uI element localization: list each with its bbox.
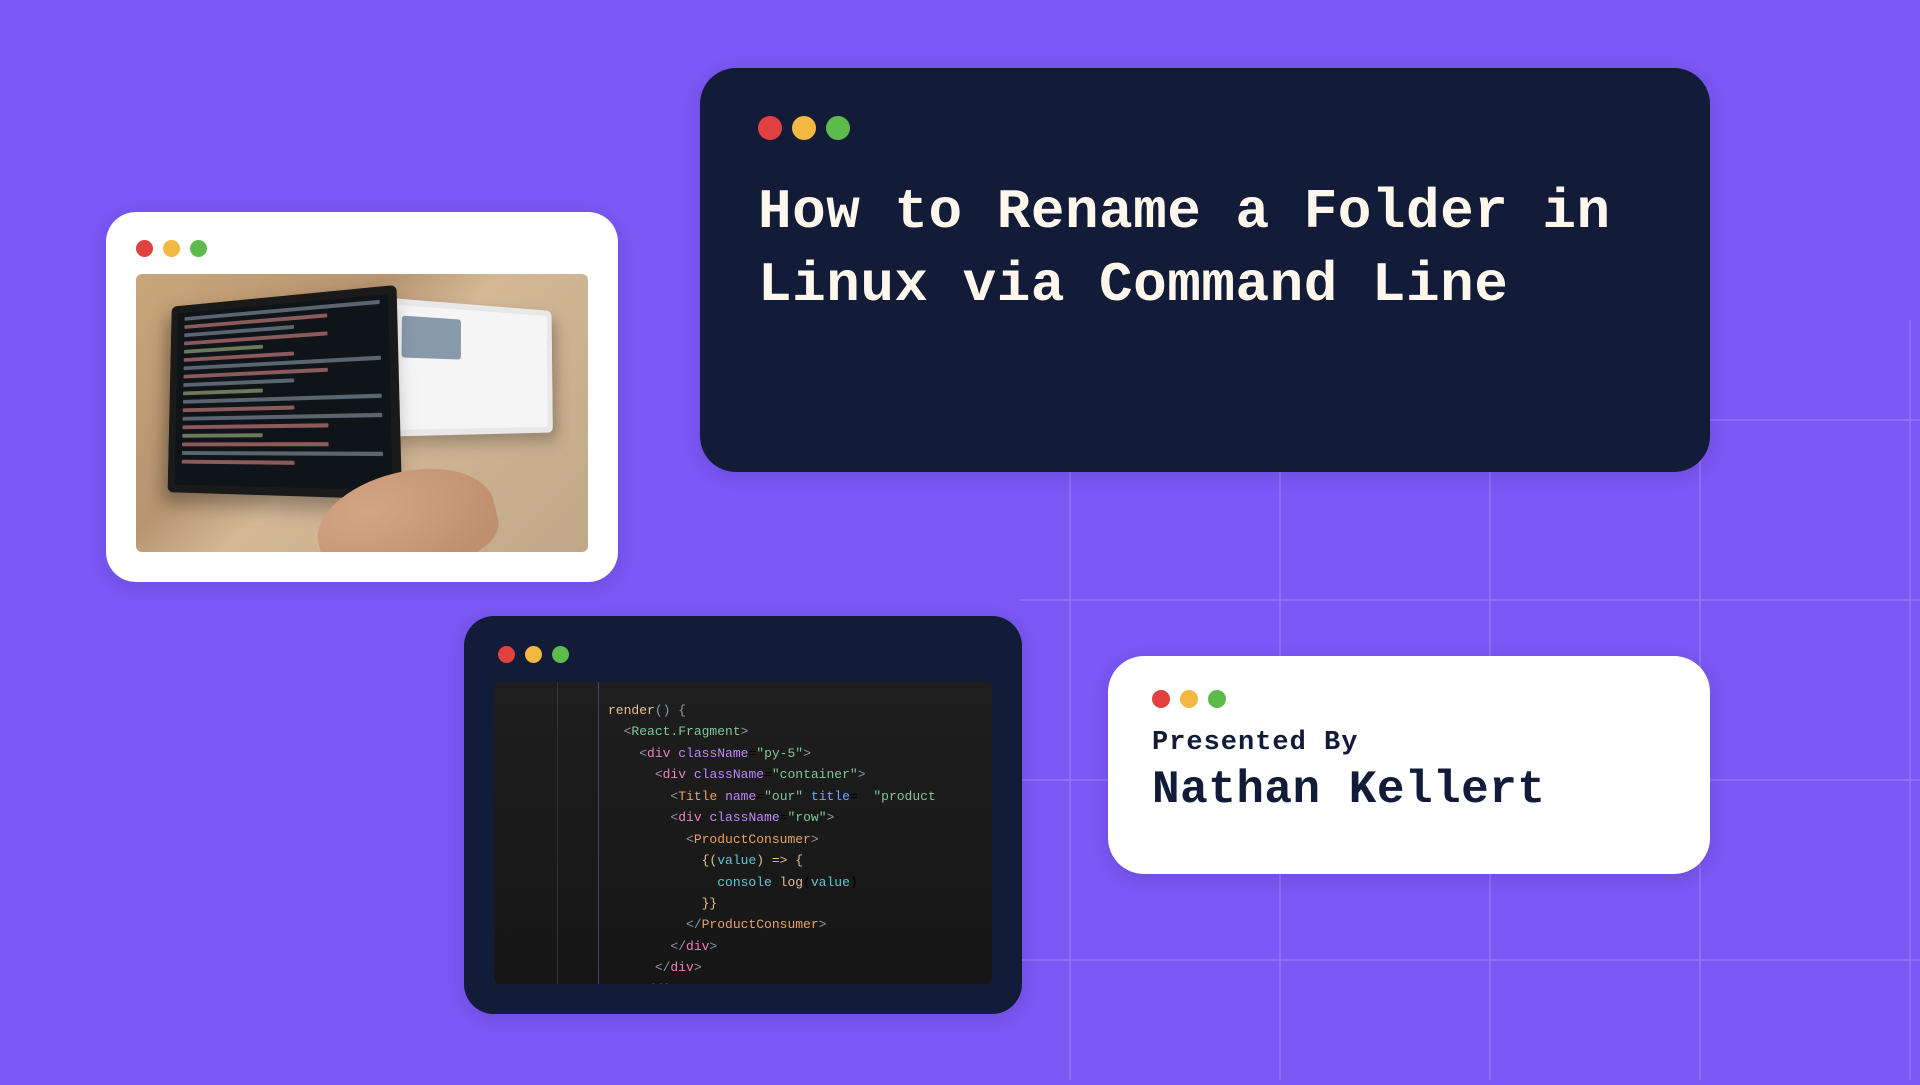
slide-title: How to Rename a Folder in Linux via Comm… <box>758 176 1652 322</box>
photo-laptops <box>136 274 588 552</box>
traffic-red-icon <box>758 116 782 140</box>
code-snippet: render() { <React.Fragment> <div classNa… <box>608 700 936 984</box>
photo-window-code: render() { <React.Fragment> <div classNa… <box>464 616 1022 1014</box>
traffic-lights-icon <box>498 646 569 663</box>
presented-by-label: Presented By <box>1152 728 1666 758</box>
traffic-green-icon <box>826 116 850 140</box>
traffic-lights-icon <box>136 240 207 257</box>
photo-code-editor: render() { <React.Fragment> <div classNa… <box>494 682 992 984</box>
presenter-window: Presented By Nathan Kellert <box>1108 656 1710 874</box>
traffic-lights-icon <box>1152 690 1666 708</box>
photo-window-laptops <box>106 212 618 582</box>
traffic-red-icon <box>498 646 515 663</box>
traffic-yellow-icon <box>525 646 542 663</box>
traffic-green-icon <box>190 240 207 257</box>
traffic-lights-icon <box>758 116 1652 140</box>
traffic-green-icon <box>1208 690 1226 708</box>
traffic-green-icon <box>552 646 569 663</box>
traffic-yellow-icon <box>792 116 816 140</box>
traffic-yellow-icon <box>1180 690 1198 708</box>
traffic-yellow-icon <box>163 240 180 257</box>
traffic-red-icon <box>1152 690 1170 708</box>
presenter-name: Nathan Kellert <box>1152 764 1666 816</box>
traffic-red-icon <box>136 240 153 257</box>
title-window: How to Rename a Folder in Linux via Comm… <box>700 68 1710 472</box>
